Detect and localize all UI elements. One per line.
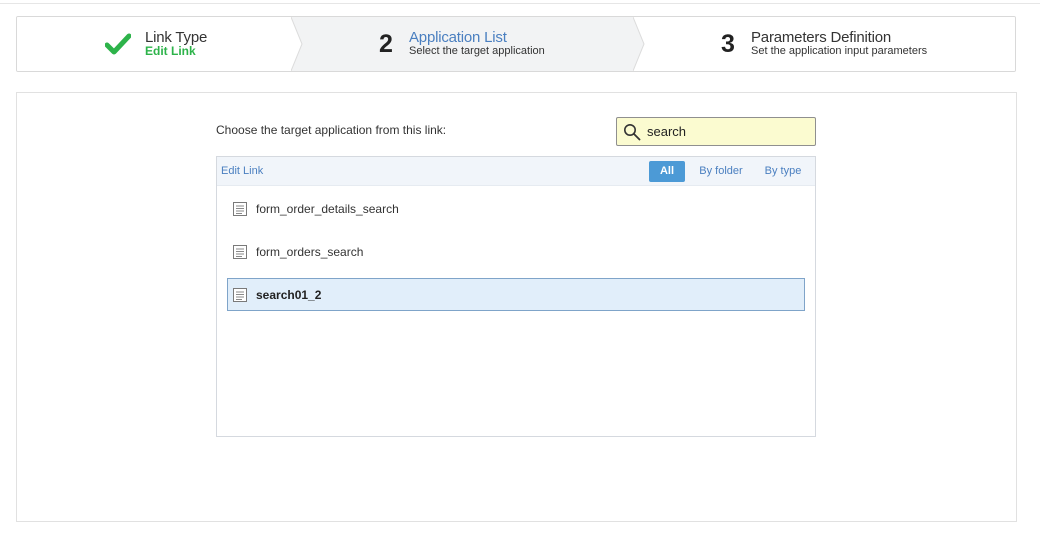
wizard-step-link-type[interactable]: Link Type Edit Link — [17, 17, 291, 71]
document-icon — [233, 201, 247, 216]
step-subtitle: Set the application input parameters — [751, 45, 928, 57]
list-item-selected[interactable]: search01_2 — [227, 278, 805, 311]
step-subtitle: Select the target application — [409, 45, 545, 57]
list-item-label: search01_2 — [256, 287, 322, 302]
wizard-step-application-list[interactable]: 2 Application List Select the target app… — [291, 17, 633, 71]
wizard-steps: Link Type Edit Link 2 Application List S… — [16, 16, 1016, 72]
application-list: Edit Link All By folder By type form_ord… — [216, 156, 816, 437]
step-number: 3 — [721, 29, 735, 58]
search-icon — [624, 123, 641, 140]
step-number: 2 — [379, 29, 393, 58]
list-item[interactable]: form_orders_search — [227, 235, 805, 268]
step-subtitle: Edit Link — [145, 44, 196, 58]
filter-by-folder-button[interactable]: By folder — [695, 161, 747, 182]
document-icon — [233, 287, 247, 302]
wizard-step-parameters-definition[interactable]: 3 Parameters Definition Set the applicat… — [633, 17, 1015, 71]
breadcrumb[interactable]: Edit Link — [221, 165, 263, 177]
list-item-label: form_orders_search — [256, 244, 364, 259]
step-title: Parameters Definition — [751, 29, 892, 46]
step-title: Application List — [409, 29, 507, 46]
filter-all-button[interactable]: All — [649, 161, 685, 182]
top-divider — [0, 3, 1040, 4]
list-header: Edit Link All By folder By type — [217, 157, 815, 186]
step-title: Link Type — [145, 29, 208, 46]
filter-by-type-button[interactable]: By type — [761, 161, 805, 182]
list-item[interactable]: form_order_details_search — [227, 192, 805, 225]
choose-target-label: Choose the target application from this … — [216, 123, 447, 137]
list-item-label: form_order_details_search — [256, 201, 399, 216]
checkmark-icon — [105, 33, 131, 55]
document-icon — [233, 244, 247, 259]
step-separator-chevron — [633, 17, 645, 71]
search-field[interactable] — [616, 117, 816, 146]
search-input[interactable] — [647, 124, 807, 139]
step-separator-chevron — [291, 17, 303, 71]
